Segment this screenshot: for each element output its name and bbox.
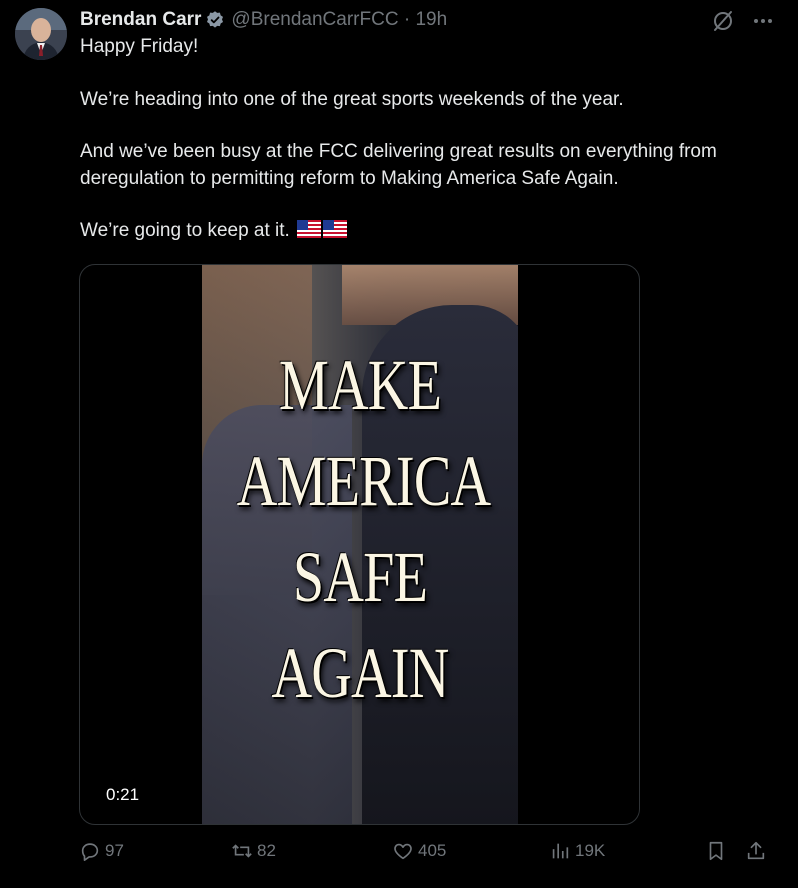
action-bar: 97 82 405 19K (79, 840, 769, 868)
overlay-line: SAFE (292, 537, 428, 617)
overlay-line: AGAIN (271, 633, 449, 713)
video-player[interactable]: MAKE AMERICA SAFE AGAIN 0:21 (79, 264, 640, 825)
separator: · (403, 9, 411, 30)
paragraph-1: Happy Friday! (80, 36, 199, 57)
video-overlay-text: MAKE AMERICA SAFE AGAIN (202, 337, 518, 721)
paragraph-2: We’re heading into one of the great spor… (80, 88, 624, 110)
video-duration: 0:21 (98, 783, 148, 807)
share-icon (747, 841, 765, 860)
video-frame[interactable]: MAKE AMERICA SAFE AGAIN (202, 265, 518, 824)
top-icons (710, 8, 776, 34)
repost-count: 82 (257, 841, 276, 860)
repost-button[interactable]: 82 (231, 840, 276, 862)
paragraph-4-text: We’re going to keep at it. (80, 220, 290, 241)
reply-count: 97 (105, 841, 124, 860)
bookmark-button[interactable] (705, 840, 731, 862)
us-flag-icon (323, 220, 348, 238)
author-name[interactable]: Brendan Carr (80, 9, 201, 31)
paragraph-4: We’re going to keep at it. (80, 218, 780, 245)
share-button[interactable] (745, 840, 771, 862)
reply-icon (81, 843, 99, 861)
tweet-header: Brendan Carr @BrendanCarrFCC · 19h (80, 6, 447, 34)
view-count: 19K (575, 841, 606, 860)
overlay-line: AMERICA (236, 441, 491, 521)
us-flag-icon (297, 220, 322, 238)
like-count: 405 (418, 841, 447, 860)
avatar[interactable] (15, 8, 67, 60)
heart-icon (394, 843, 412, 860)
like-button[interactable]: 405 (392, 840, 446, 862)
repost-icon (232, 844, 252, 858)
reply-button[interactable]: 97 (79, 840, 124, 862)
author-handle[interactable]: @BrendanCarrFCC · 19h (231, 9, 447, 31)
bookmark-icon (709, 841, 723, 861)
handle-text[interactable]: @BrendanCarrFCC (231, 9, 398, 30)
overlay-line: MAKE (278, 345, 442, 425)
views-icon (552, 843, 569, 859)
paragraph-3: And we’ve been busy at the FCC deliverin… (80, 141, 717, 189)
more-options-icon[interactable] (750, 8, 776, 34)
verified-badge-icon (205, 10, 225, 30)
tweet: Brendan Carr @BrendanCarrFCC · 19h Happy… (0, 0, 798, 888)
tweet-text: Happy Friday! We’re heading into one of … (80, 34, 780, 245)
timestamp[interactable]: 19h (415, 9, 447, 30)
grok-icon[interactable] (710, 8, 736, 34)
views-button[interactable]: 19K (549, 840, 605, 862)
